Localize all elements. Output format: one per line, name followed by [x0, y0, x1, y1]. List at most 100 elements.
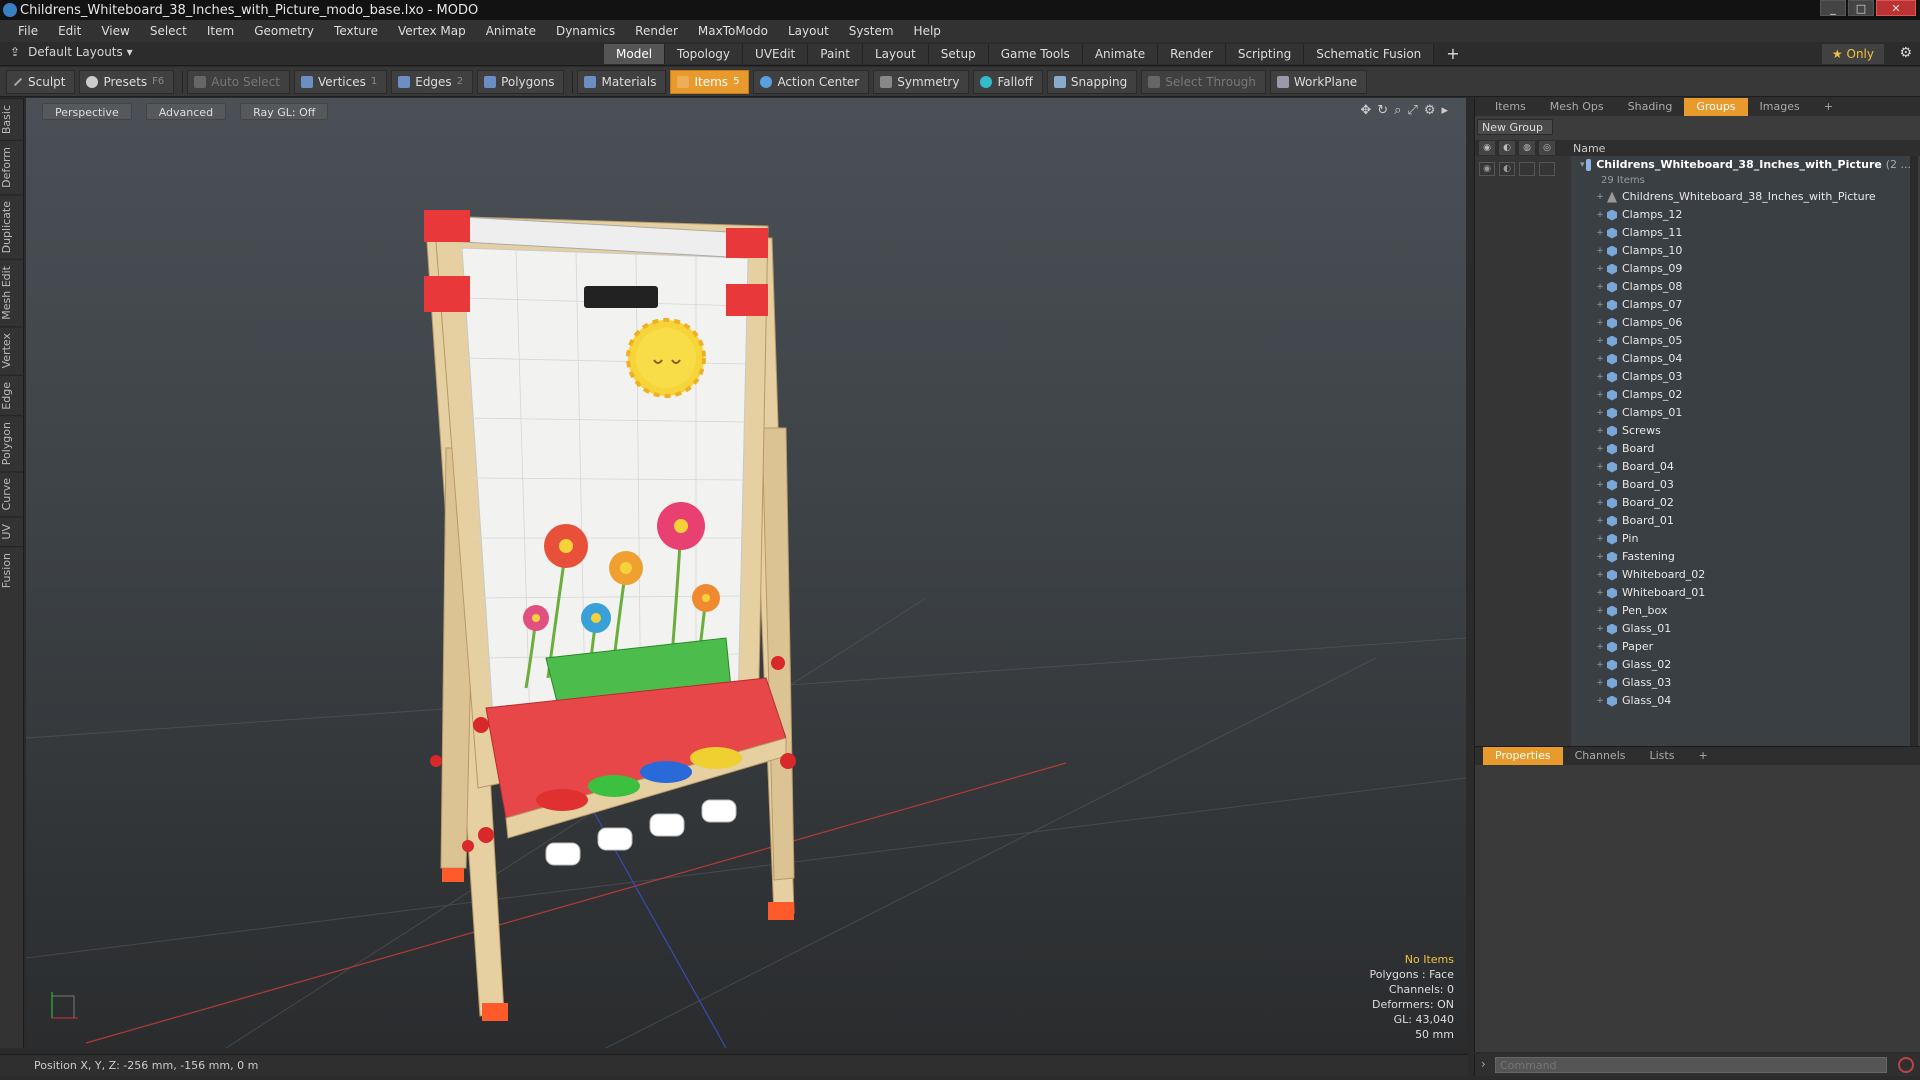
materials-button[interactable]: Materials [577, 69, 667, 94]
vtab-edge[interactable]: Edge [0, 374, 24, 416]
symmetry-button[interactable]: Symmetry [873, 69, 970, 94]
auto-select-button[interactable]: Auto Select [187, 69, 290, 94]
rotate-icon[interactable]: ↻ [1377, 103, 1388, 118]
tree-item-row[interactable]: + Clamps_03 [1571, 368, 1911, 386]
menu-view[interactable]: View [91, 20, 139, 42]
view-perspective-button[interactable]: Perspective [42, 103, 132, 120]
add-tab-icon[interactable]: + [1434, 44, 1471, 64]
tab-game-tools[interactable]: Game Tools [988, 44, 1083, 64]
raygl-button[interactable]: Ray GL: Off [240, 103, 329, 120]
tree-item-row[interactable]: + Clamps_01 [1571, 404, 1911, 422]
tree-item-row[interactable]: + Clamps_02 [1571, 386, 1911, 404]
sculpt-button[interactable]: Sculpt [6, 69, 76, 94]
menu-texture[interactable]: Texture [324, 20, 388, 42]
vtab-uv[interactable]: UV [0, 516, 24, 546]
rtab-shading[interactable]: Shading [1616, 98, 1685, 116]
rtab-mesh-ops[interactable]: Mesh Ops [1538, 98, 1616, 116]
select-through-button[interactable]: Select Through [1141, 69, 1266, 94]
expand-icon[interactable]: + [1593, 368, 1607, 386]
tab-setup[interactable]: Setup [928, 44, 989, 64]
tree-item-row[interactable]: + Clamps_07 [1571, 296, 1911, 314]
menu-system[interactable]: System [839, 20, 904, 42]
command-input[interactable] [1495, 1057, 1887, 1073]
falloff-button[interactable]: Falloff [973, 69, 1043, 94]
edges-button[interactable]: Edges 2 [391, 69, 474, 94]
expand-icon[interactable]: + [1593, 224, 1607, 242]
viewport-gear-icon[interactable]: ⚙ [1424, 103, 1436, 118]
new-group-button[interactable]: New Group [1477, 119, 1553, 135]
layout-arrow-icon[interactable]: ⇪ [10, 45, 20, 59]
menu-maxtomodo[interactable]: MaxToModo [688, 20, 778, 42]
menu-animate[interactable]: Animate [476, 20, 546, 42]
rtab-items[interactable]: Items [1483, 98, 1538, 116]
menu-vertex-map[interactable]: Vertex Map [388, 20, 476, 42]
rtab-images[interactable]: Images [1748, 98, 1812, 116]
select-col-icon[interactable]: ◎ [1539, 141, 1555, 155]
tree-item-row[interactable]: + Board_01 [1571, 512, 1911, 530]
workplane-button[interactable]: WorkPlane [1269, 69, 1368, 94]
tab-model[interactable]: Model [604, 44, 666, 64]
expand-icon[interactable]: + [1593, 530, 1607, 548]
minimize-button[interactable]: _ [1820, 0, 1846, 16]
group-row[interactable]: ▾ Childrens_Whiteboard_38_Inches_with_Pi… [1571, 156, 1911, 174]
expand-icon[interactable]: + [1593, 260, 1607, 278]
tab-animate[interactable]: Animate [1082, 44, 1159, 64]
tree-item-row[interactable]: + Pen_box [1571, 602, 1911, 620]
close-button[interactable]: ✕ [1876, 0, 1916, 16]
tree-item-row[interactable]: + Glass_01 [1571, 620, 1911, 638]
tree-item-row[interactable]: + Clamps_05 [1571, 332, 1911, 350]
snapping-button[interactable]: Snapping [1046, 69, 1138, 94]
expand-icon[interactable]: + [1593, 476, 1607, 494]
tree-item-row[interactable]: + Whiteboard_02 [1571, 566, 1911, 584]
menu-dynamics[interactable]: Dynamics [546, 20, 625, 42]
expand-icon[interactable]: + [1593, 548, 1607, 566]
vtab-curve[interactable]: Curve [0, 471, 24, 517]
expand-icon[interactable]: + [1593, 350, 1607, 368]
expand-icon[interactable]: + [1593, 440, 1607, 458]
expand-icon[interactable]: + [1593, 458, 1607, 476]
shading-advanced-button[interactable]: Advanced [145, 103, 227, 120]
menu-edit[interactable]: Edit [48, 20, 91, 42]
tree-item-row[interactable]: + Whiteboard_01 [1571, 584, 1911, 602]
tab-paint[interactable]: Paint [808, 44, 863, 64]
expand-icon[interactable]: + [1593, 314, 1607, 332]
expand-icon[interactable]: + [1593, 692, 1607, 710]
tree-item-row[interactable]: + Board_04 [1571, 458, 1911, 476]
add-panel-tab-icon[interactable]: + [1812, 98, 1845, 116]
tree-item-row[interactable]: + Clamps_10 [1571, 242, 1911, 260]
command-stop-icon[interactable] [1898, 1057, 1914, 1073]
vtab-deform[interactable]: Deform [0, 140, 24, 195]
tree-item-row[interactable]: + Board [1571, 440, 1911, 458]
name-column-header[interactable]: Name [1573, 142, 1605, 155]
action-center-button[interactable]: Action Center [753, 69, 870, 94]
tab-layout[interactable]: Layout [862, 44, 929, 64]
menu-select[interactable]: Select [140, 20, 197, 42]
group-lock-toggle[interactable] [1519, 162, 1535, 176]
tab-schematic-fusion[interactable]: Schematic Fusion [1304, 44, 1435, 64]
tree-item-row[interactable]: + Paper [1571, 638, 1911, 656]
tree-item-row[interactable]: + Board_03 [1571, 476, 1911, 494]
3d-viewport[interactable]: Perspective Advanced Ray GL: Off ✥ ↻ ⌕ ⤢… [26, 98, 1466, 1048]
tree-item-row[interactable]: + Clamps_12 [1571, 206, 1911, 224]
expand-icon[interactable]: + [1593, 656, 1607, 674]
expand-icon[interactable]: + [1593, 296, 1607, 314]
menu-layout[interactable]: Layout [778, 20, 839, 42]
polygons-button[interactable]: Polygons [477, 69, 565, 94]
expand-icon[interactable]: + [1593, 674, 1607, 692]
tab-render[interactable]: Render [1158, 44, 1226, 64]
expand-icon[interactable]: + [1593, 638, 1607, 656]
tree-item-row[interactable]: + Glass_03 [1571, 674, 1911, 692]
tab-properties[interactable]: Properties [1483, 747, 1563, 765]
expand-icon[interactable]: + [1593, 242, 1607, 260]
expand-icon[interactable]: + [1593, 206, 1607, 224]
menu-geometry[interactable]: Geometry [244, 20, 324, 42]
pan-icon[interactable]: ✥ [1360, 103, 1371, 118]
tree-item-row[interactable]: + Clamps_11 [1571, 224, 1911, 242]
tree-item-row[interactable]: + Glass_02 [1571, 656, 1911, 674]
expand-icon[interactable]: + [1593, 494, 1607, 512]
tree-item-row[interactable]: + Clamps_06 [1571, 314, 1911, 332]
tab-channels[interactable]: Channels [1563, 747, 1638, 765]
expand-icon[interactable]: + [1593, 512, 1607, 530]
render-col-icon[interactable]: ◐ [1499, 141, 1515, 155]
fit-icon[interactable]: ⤢ [1407, 103, 1417, 118]
